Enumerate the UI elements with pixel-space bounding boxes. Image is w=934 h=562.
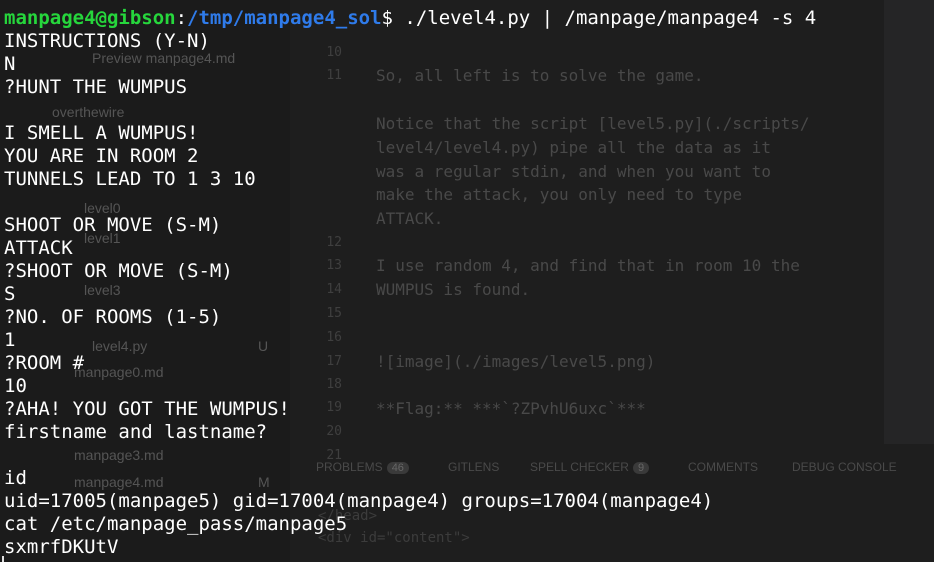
terminal-line: ?NO. OF ROOMS (1-5) bbox=[4, 306, 222, 328]
terminal-cursor bbox=[2, 556, 4, 562]
terminal-line: ?SHOOT OR MOVE (S-M) bbox=[4, 260, 233, 282]
terminal-line: ATTACK bbox=[4, 237, 73, 259]
terminal-line: TUNNELS LEAD TO 1 3 10 bbox=[4, 168, 256, 190]
prompt-path: /tmp/manpage4_sol bbox=[187, 7, 382, 29]
terminal-line: SHOOT OR MOVE (S-M) bbox=[4, 214, 222, 236]
terminal-line: INSTRUCTIONS (Y-N) bbox=[4, 30, 210, 52]
prompt-user-host: manpage4@gibson bbox=[4, 7, 176, 29]
terminal-line: I SMELL A WUMPUS! bbox=[4, 122, 199, 144]
terminal-line: uid=17005(manpage5) gid=17004(manpage4) … bbox=[4, 490, 714, 512]
terminal-line: YOU ARE IN ROOM 2 bbox=[4, 145, 199, 167]
prompt-line: manpage4@gibson:/tmp/manpage4_sol$ ./lev… bbox=[4, 7, 816, 30]
prompt-separator: : bbox=[175, 7, 188, 29]
preview-panel bbox=[884, 0, 934, 444]
terminal-line: ?AHA! YOU GOT THE WUMPUS! bbox=[4, 398, 290, 420]
terminal-line: S bbox=[4, 283, 16, 305]
terminal-line: ?ROOM # bbox=[4, 352, 85, 374]
terminal-line: ?HUNT THE WUMPUS bbox=[4, 76, 188, 98]
terminal-line: sxmrfDKUtV bbox=[4, 536, 119, 558]
terminal-line: 1 bbox=[4, 329, 16, 351]
terminal-line: cat /etc/manpage_pass/manpage5 bbox=[4, 513, 348, 535]
prompt-symbol: $ bbox=[381, 7, 393, 29]
terminal-line: firstname and lastname? bbox=[4, 421, 268, 443]
terminal-line: id bbox=[4, 467, 27, 489]
prompt-command: ./level4.py | /manpage/manpage4 -s 4 bbox=[392, 7, 817, 29]
terminal-output[interactable]: manpage4@gibson:/tmp/manpage4_sol$ ./lev… bbox=[4, 7, 816, 559]
terminal-line: 10 bbox=[4, 375, 27, 397]
terminal-line: N bbox=[4, 53, 16, 75]
